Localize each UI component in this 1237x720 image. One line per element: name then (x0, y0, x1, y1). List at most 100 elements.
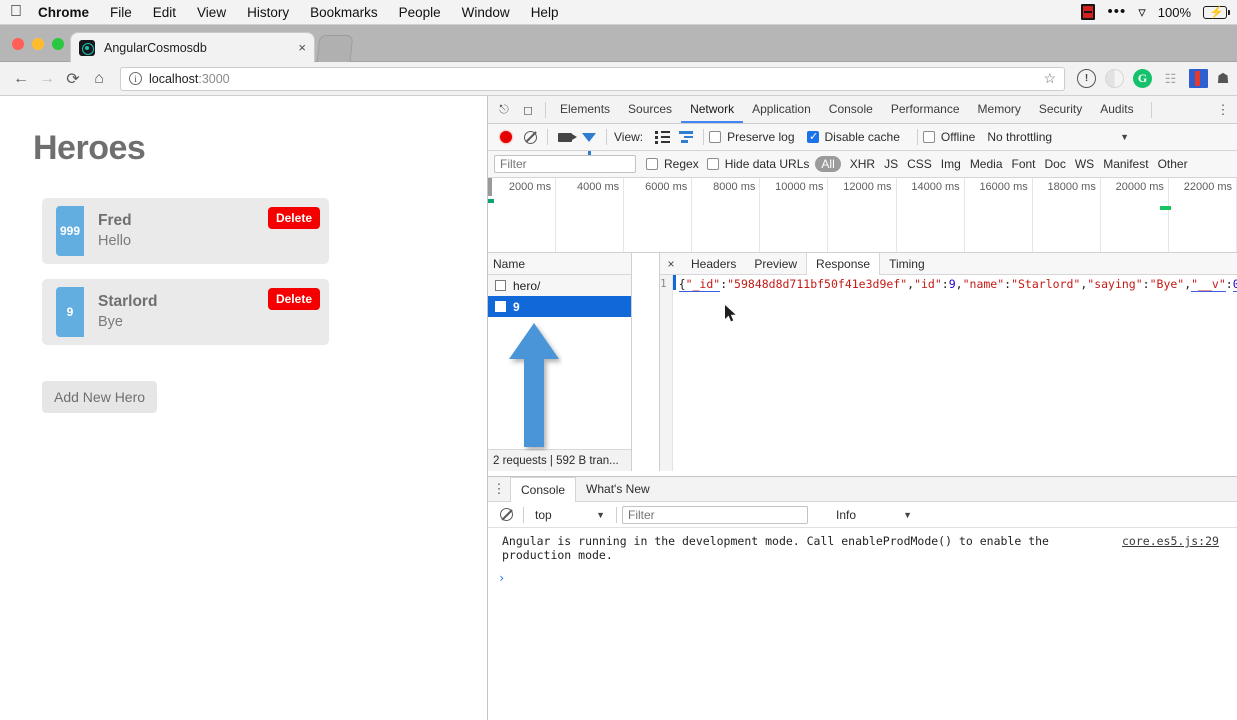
disable-cache-checkbox[interactable] (806, 130, 819, 143)
close-window-button[interactable] (12, 38, 24, 50)
close-icon[interactable]: × (660, 253, 682, 274)
close-icon[interactable]: × (298, 41, 306, 54)
minimize-window-button[interactable] (32, 38, 44, 50)
timeline-left-handle[interactable] (488, 178, 492, 196)
request-name-column-header[interactable]: Name (488, 253, 631, 275)
vlc-icon[interactable] (1081, 4, 1096, 20)
filter-type-xhr[interactable]: XHR (850, 157, 875, 171)
throttling-select[interactable]: No throttling (987, 130, 1052, 144)
console-message-source-link[interactable]: core.es5.js:29 (1122, 534, 1219, 562)
detail-tab-response[interactable]: Response (806, 253, 881, 275)
timeline-tick-label: 4000 ms (576, 181, 620, 193)
delete-hero-button[interactable]: Delete (267, 288, 320, 310)
browser-tab[interactable]: AngularCosmosdb × (70, 32, 315, 62)
filter-type-font[interactable]: Font (1012, 157, 1036, 171)
menu-file[interactable]: File (110, 5, 132, 20)
regex-checkbox[interactable] (646, 158, 658, 170)
response-body[interactable]: 1 {"_id": "59848d8d711bf50f41e3d9ef", "id"… (660, 275, 1237, 471)
menu-bookmarks[interactable]: Bookmarks (310, 5, 378, 20)
menu-chrome[interactable]: Chrome (38, 5, 89, 20)
half-circle-icon[interactable] (1105, 69, 1124, 88)
filter-type-all[interactable]: All (815, 156, 841, 172)
console-filter-input[interactable] (622, 505, 808, 524)
offline-checkbox[interactable] (922, 131, 935, 143)
detail-tab-timing[interactable]: Timing (880, 253, 934, 274)
console-context-select[interactable]: top ▼ (529, 508, 611, 522)
network-filter-input[interactable] (494, 155, 636, 173)
tab-performance[interactable]: Performance (882, 96, 969, 123)
waterfall-view-icon[interactable] (674, 125, 698, 149)
network-timeline-overview[interactable]: 2000 ms 4000 ms 6000 ms 8000 ms 10000 ms… (488, 178, 1237, 253)
detail-tab-headers[interactable]: Headers (682, 253, 745, 274)
tab-sources[interactable]: Sources (619, 96, 681, 123)
info-icon[interactable]: ! (1077, 69, 1096, 88)
dots-icon[interactable]: ••• (1107, 4, 1126, 19)
wifi-icon[interactable]: ▿ (1138, 3, 1146, 21)
profile-icon[interactable]: ☗ (1217, 69, 1229, 88)
add-new-hero-button[interactable]: Add New Hero (42, 381, 158, 413)
menu-history[interactable]: History (247, 5, 289, 20)
menu-window[interactable]: Window (462, 5, 510, 20)
tab-network[interactable]: Network (681, 96, 744, 123)
detail-tab-preview[interactable]: Preview (745, 253, 806, 274)
filter-type-css[interactable]: CSS (907, 157, 932, 171)
delete-hero-button[interactable]: Delete (267, 207, 320, 229)
hero-list-item[interactable]: 999 Fred Hello Delete (42, 198, 329, 264)
tree-icon[interactable]: ☷ (1161, 69, 1180, 88)
drawer-more-icon[interactable]: ⋮ (488, 477, 510, 501)
request-row-9[interactable]: 9 (488, 296, 631, 317)
toggle-device-toolbar-icon[interactable]: ◻ (516, 98, 540, 122)
preserve-log-checkbox[interactable] (709, 131, 722, 143)
menu-people[interactable]: People (399, 5, 441, 20)
request-row-hero[interactable]: hero/ (488, 275, 631, 296)
reload-button[interactable]: ⟳ (60, 66, 86, 92)
battery-icon[interactable]: ⚡ (1203, 5, 1230, 19)
filter-type-doc[interactable]: Doc (1045, 157, 1066, 171)
more-options-icon[interactable]: ⋮ (1213, 102, 1233, 118)
filter-type-ws[interactable]: WS (1075, 157, 1094, 171)
record-icon[interactable] (494, 125, 518, 149)
maximize-window-button[interactable] (52, 38, 64, 50)
inspect-element-icon[interactable]: ⎋ (492, 98, 516, 122)
console-message-row[interactable]: Angular is running in the development mo… (488, 528, 1237, 562)
filter-icon[interactable] (577, 125, 601, 155)
address-bar[interactable]: i localhost :3000 ☆ (120, 66, 1065, 91)
console-level-select[interactable]: Info ▼ (836, 508, 912, 522)
forward-button[interactable]: → (34, 66, 60, 92)
home-button[interactable]: ⌂ (86, 66, 112, 92)
site-info-icon[interactable]: i (129, 72, 142, 85)
json-token: : (1142, 277, 1150, 291)
hero-list-item[interactable]: 9 Starlord Bye Delete (42, 279, 329, 345)
bookmark-star-icon[interactable]: ☆ (1043, 70, 1056, 87)
menu-view[interactable]: View (197, 5, 226, 20)
tab-application[interactable]: Application (743, 96, 820, 123)
menu-edit[interactable]: Edit (153, 5, 176, 20)
console-input-prompt[interactable]: › (488, 562, 1237, 585)
grammarly-icon[interactable]: G (1133, 69, 1152, 88)
tab-audits[interactable]: Audits (1091, 96, 1142, 123)
list-view-icon[interactable] (650, 125, 674, 149)
apple-logo-icon[interactable]:  (10, 4, 22, 20)
filter-type-manifest[interactable]: Manifest (1103, 157, 1148, 171)
clear-console-icon[interactable] (494, 503, 518, 527)
tab-security[interactable]: Security (1030, 96, 1091, 123)
tab-console[interactable]: Console (820, 96, 882, 123)
filter-type-js[interactable]: JS (884, 157, 898, 171)
menu-help[interactable]: Help (531, 5, 559, 20)
blue-red-square-icon[interactable] (1189, 69, 1208, 88)
hide-data-urls-checkbox[interactable] (706, 158, 719, 170)
drawer-tab-whats-new[interactable]: What's New (576, 477, 660, 501)
chevron-down-icon[interactable]: ▼ (1120, 132, 1129, 142)
filter-type-other[interactable]: Other (1158, 157, 1188, 171)
capture-screenshots-icon[interactable] (553, 125, 577, 149)
filter-type-img[interactable]: Img (941, 157, 961, 171)
filter-type-media[interactable]: Media (970, 157, 1003, 171)
tab-memory[interactable]: Memory (969, 96, 1030, 123)
back-button[interactable]: ← (8, 66, 34, 92)
clear-icon[interactable] (518, 125, 542, 149)
response-json-code[interactable]: {"_id":"59848d8d711bf50f41e3d9ef","id":9… (672, 275, 1237, 471)
timeline-tick: 2000 ms (488, 178, 557, 252)
new-tab-button[interactable] (316, 35, 354, 62)
drawer-tab-console[interactable]: Console (510, 477, 577, 502)
tab-elements[interactable]: Elements (551, 96, 619, 123)
